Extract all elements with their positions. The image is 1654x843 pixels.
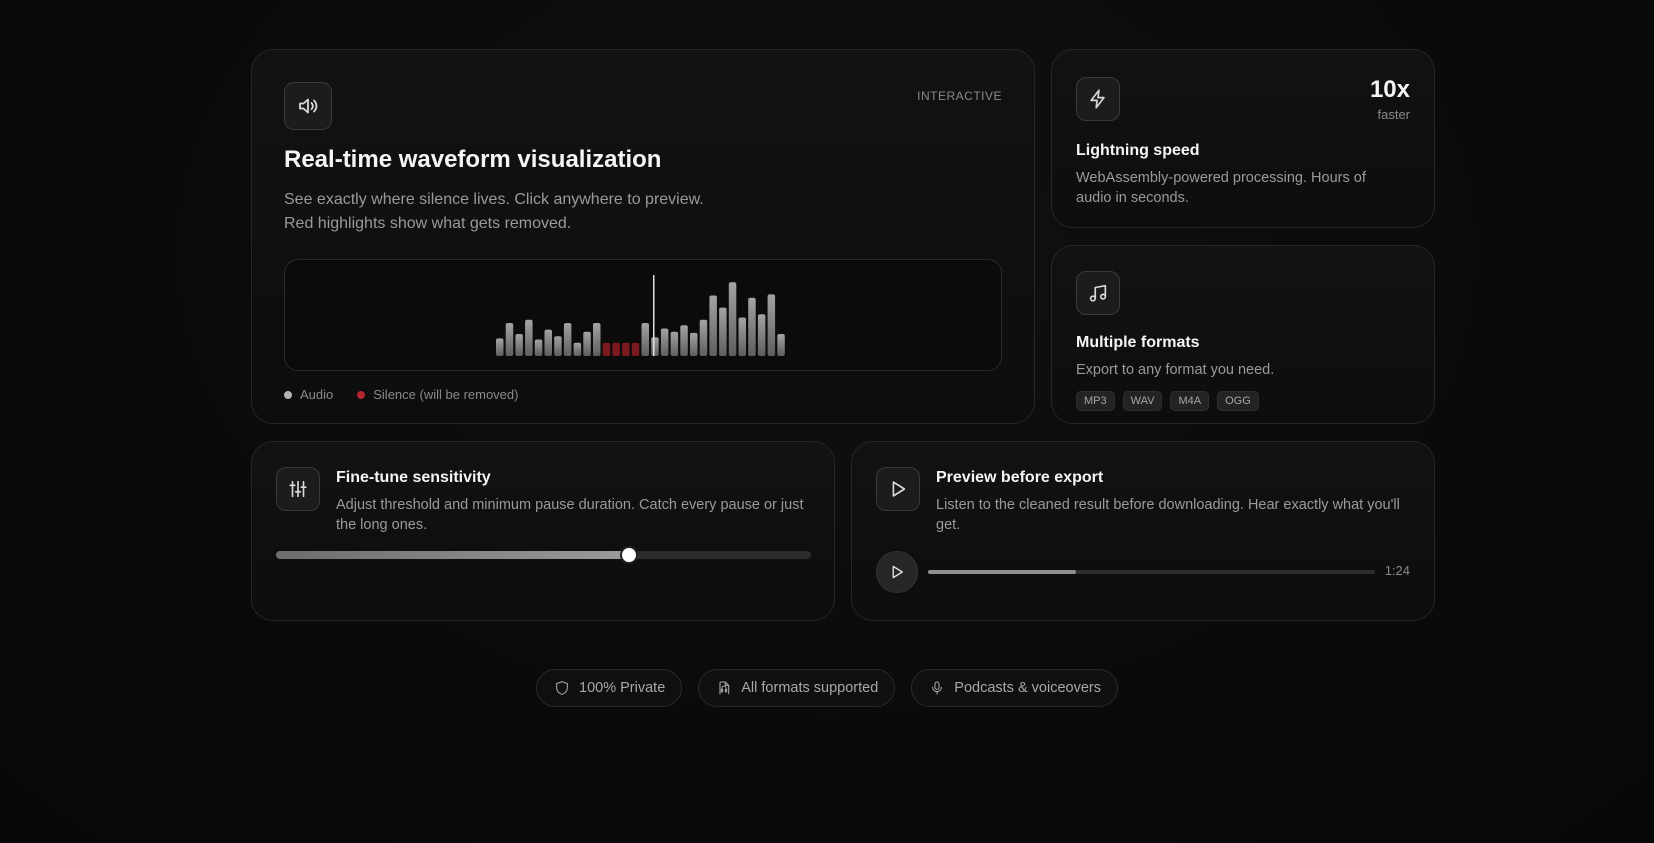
audio-bar: [767, 294, 776, 356]
legend-audio: Audio: [284, 387, 333, 402]
playback-progress[interactable]: [928, 570, 1375, 574]
slider-fill: [276, 551, 630, 559]
silence-dot: [357, 390, 366, 399]
audio-bar: [525, 319, 533, 356]
silence-bar: [622, 342, 630, 356]
preview-title: Preview before export: [936, 469, 1104, 486]
audio-bar: [544, 329, 552, 356]
sensitivity-description: Adjust threshold and minimum pause durat…: [336, 497, 804, 533]
audio-dot: [284, 390, 292, 399]
music-note-icon: [1076, 271, 1120, 315]
shield-icon: [556, 681, 568, 695]
silence-bar: [631, 342, 640, 356]
audio-bar: [738, 317, 746, 356]
legend-silence-label: Silence (will be removed): [373, 387, 519, 402]
audio-bar: [641, 323, 649, 356]
silence-bar: [602, 342, 611, 356]
pill-formats-label: All formats supported: [741, 680, 879, 696]
waveform-display[interactable]: [284, 259, 1002, 371]
legend-audio-label: Audio: [300, 387, 334, 402]
pill-private: 100% Private: [536, 669, 683, 707]
file-audio-icon: [719, 681, 730, 695]
audio-bar: [496, 338, 504, 356]
sensitivity-title: Fine-tune sensitivity: [336, 469, 491, 486]
formats-description: Export to any format you need.: [1076, 362, 1275, 378]
page: INTERACTIVE Real-time waveform visualiza…: [0, 0, 1654, 843]
speed-stat-label: faster: [1377, 107, 1410, 122]
audio-bar: [777, 334, 785, 356]
audio-bar: [593, 323, 601, 356]
formats-title: Multiple formats: [1076, 334, 1200, 351]
pill-podcasts-label: Podcasts & voiceovers: [954, 680, 1101, 696]
sliders-icon: [276, 467, 320, 511]
audio-bar: [651, 337, 659, 356]
waveform-card: INTERACTIVE Real-time waveform visualiza…: [251, 49, 1035, 424]
speed-description: WebAssembly-powered processing. Hours of…: [1076, 170, 1366, 206]
slider-thumb[interactable]: [622, 548, 637, 562]
play-button-icon: [892, 565, 903, 579]
pill-private-label: 100% Private: [579, 680, 666, 696]
pill-podcasts: Podcasts & voiceovers: [911, 669, 1118, 707]
playback-progress-fill: [928, 570, 1076, 574]
audio-bar: [534, 339, 543, 356]
waveform-description: See exactly where silence lives. Click a…: [284, 191, 704, 232]
audio-bar: [719, 307, 727, 356]
audio-bar: [680, 325, 688, 356]
sensitivity-slider[interactable]: [276, 548, 811, 562]
format-chip-wav: WAV: [1122, 391, 1163, 411]
waveform-legend: Audio Silence (will be removed): [284, 387, 518, 402]
sensitivity-card: Fine-tune sensitivity Adjust threshold a…: [251, 441, 835, 621]
audio-bar: [660, 328, 669, 356]
feature-pills: 100% Private All formats supported Podca…: [0, 669, 1654, 707]
audio-bar: [670, 331, 679, 356]
play-button[interactable]: [876, 551, 918, 593]
format-chip-m4a: M4A: [1170, 391, 1210, 411]
audio-bar: [728, 282, 737, 356]
audio-bar: [748, 297, 756, 356]
speed-stat: 10x: [1369, 76, 1410, 103]
audio-bar: [554, 336, 562, 356]
lightning-icon: [1076, 77, 1120, 121]
waveform-title: Real-time waveform visualization: [284, 146, 662, 173]
audio-bar: [563, 323, 572, 356]
microphone-icon: [932, 681, 943, 695]
audio-bar: [690, 332, 698, 356]
audio-bar: [515, 334, 523, 356]
speaker-icon: [284, 82, 332, 130]
audio-bar: [757, 314, 766, 356]
speed-card: 10x faster Lightning speed WebAssembly-p…: [1051, 49, 1435, 228]
pill-formats: All formats supported: [698, 669, 896, 707]
playback-duration: 1:24: [1384, 563, 1410, 578]
format-chip-mp3: MP3: [1076, 391, 1115, 411]
interactive-tag: INTERACTIVE: [917, 89, 1002, 103]
format-chips: MP3 WAV M4A OGG: [1076, 391, 1259, 411]
audio-bar: [699, 319, 708, 356]
preview-description: Listen to the cleaned result before down…: [936, 497, 1400, 533]
audio-bar: [709, 295, 717, 356]
play-icon: [876, 467, 920, 511]
audio-bar: [573, 342, 582, 356]
format-chip-ogg: OGG: [1217, 391, 1259, 411]
audio-bar: [583, 331, 591, 356]
speed-title: Lightning speed: [1076, 142, 1200, 159]
silence-bar: [612, 342, 620, 356]
waveform-bars[interactable]: [285, 260, 1001, 370]
audio-bar: [505, 323, 514, 356]
legend-silence: Silence (will be removed): [357, 387, 518, 402]
formats-card: Multiple formats Export to any format yo…: [1051, 245, 1435, 424]
preview-card: Preview before export Listen to the clea…: [851, 441, 1435, 621]
